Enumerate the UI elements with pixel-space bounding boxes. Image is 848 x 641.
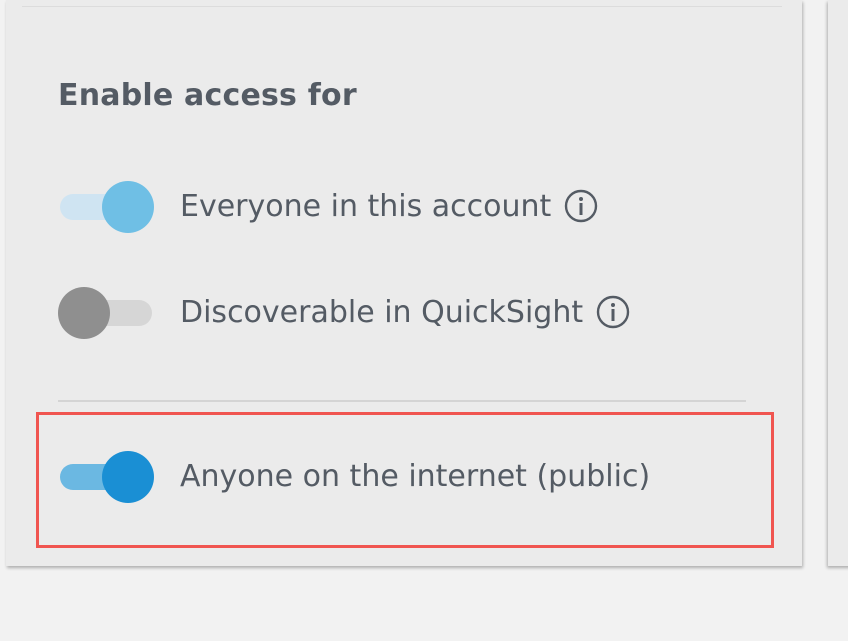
option-label-anyone-on-internet: Anyone on the internet (public) [180, 458, 651, 494]
toggle-knob [58, 287, 110, 339]
toggle-anyone-on-internet[interactable] [58, 450, 154, 503]
option-label-row: Everyone in this account [180, 188, 599, 224]
option-anyone-on-internet: Anyone on the internet (public) [58, 450, 650, 503]
option-label-everyone-in-account: Everyone in this account [180, 188, 552, 224]
option-discoverable-in-quicksight: Discoverable in QuickSight [58, 286, 631, 339]
option-label-row: Anyone on the internet (public) [180, 459, 650, 494]
adjacent-panel [828, 0, 848, 566]
toggle-knob [102, 451, 154, 503]
top-divider [22, 6, 782, 7]
info-circle-icon[interactable] [563, 188, 599, 224]
option-everyone-in-account: Everyone in this account [58, 180, 599, 233]
toggle-everyone-in-account[interactable] [58, 180, 154, 233]
section-divider [58, 400, 746, 402]
option-label-row: Discoverable in QuickSight [180, 294, 631, 330]
option-label-discoverable-in-quicksight: Discoverable in QuickSight [180, 294, 584, 330]
toggle-discoverable-in-quicksight[interactable] [58, 286, 154, 339]
toggle-knob [102, 181, 154, 233]
section-heading: Enable access for [58, 78, 357, 113]
info-circle-icon[interactable] [595, 294, 631, 330]
